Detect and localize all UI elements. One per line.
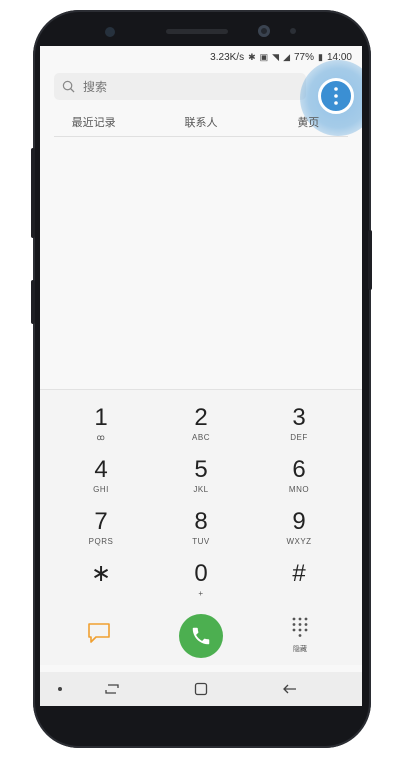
search-icon	[62, 80, 75, 93]
volume-button	[31, 148, 35, 238]
net-speed: 3.23K/s	[210, 51, 245, 63]
key-1[interactable]: 1 ꝏ	[56, 404, 146, 456]
key-letters: MNO	[288, 485, 310, 494]
signal-icon: ◢	[283, 51, 290, 62]
bixby-button	[31, 280, 35, 324]
tab-yellow-pages[interactable]: 黄页	[258, 114, 358, 130]
search-bar[interactable]	[54, 73, 306, 100]
key-letters: DEF	[290, 433, 308, 442]
key-digit: ∗	[90, 560, 112, 587]
key-digit: 6	[292, 456, 306, 483]
nfc-icon: ▣	[259, 51, 269, 62]
hide-keypad-button[interactable]: 隐藏	[280, 616, 320, 662]
power-button	[368, 230, 372, 290]
key-digit: 7	[94, 508, 108, 535]
key-digit: 3	[292, 404, 306, 431]
key-digit: 4	[94, 456, 108, 483]
battery-icon: ▮	[318, 51, 323, 62]
key-2[interactable]: 2 ABC	[156, 404, 246, 456]
bluetooth-icon: ✱	[248, 51, 256, 62]
status-bar: 3.23K/s ✱ ▣ ◥ ◢ 77% ▮ 14:00	[40, 46, 362, 68]
key-letters: PQRS	[88, 537, 114, 546]
more-options-inner	[318, 78, 354, 114]
key-8[interactable]: 8 TUV	[156, 508, 246, 560]
dot-icon	[58, 687, 62, 691]
back-icon	[283, 684, 296, 694]
tab-divider	[54, 136, 348, 137]
key-digit: 5	[194, 456, 208, 483]
iris-scanner	[105, 27, 115, 37]
key-digit: 2	[194, 404, 208, 431]
battery-percent: 77%	[294, 51, 315, 63]
phone-icon	[192, 627, 210, 645]
front-camera	[258, 25, 270, 37]
key-6[interactable]: 6 MNO	[254, 456, 344, 508]
tab-bar: 最近记录 联系人 黄页	[40, 110, 362, 134]
tab-recents[interactable]: 最近记录	[44, 114, 144, 130]
more-options-icon	[334, 87, 338, 105]
key-digit: 8	[194, 508, 208, 535]
home-button[interactable]	[189, 679, 213, 699]
dialpad-icon	[292, 617, 308, 637]
navigation-bar	[40, 672, 362, 706]
proximity-sensor	[290, 28, 296, 34]
key-letters: TUV	[192, 537, 210, 546]
key-3[interactable]: 3 DEF	[254, 404, 344, 456]
recent-apps-button[interactable]	[100, 679, 124, 699]
key-digit: 9	[292, 508, 306, 535]
call-button[interactable]	[179, 614, 223, 658]
search-input[interactable]	[81, 78, 285, 95]
message-icon	[88, 623, 110, 643]
wifi-icon: ◥	[272, 51, 280, 62]
key-7[interactable]: 7 PQRS	[56, 508, 146, 560]
key-4[interactable]: 4 GHI	[56, 456, 146, 508]
earpiece-speaker	[166, 29, 228, 34]
key-9[interactable]: 9 WXYZ	[254, 508, 344, 560]
tab-contacts[interactable]: 联系人	[151, 114, 251, 130]
screen: 3.23K/s ✱ ▣ ◥ ◢ 77% ▮ 14:00 最近记录 联系人 黄页	[40, 46, 362, 706]
key-letters: JKL	[193, 485, 209, 494]
key-digit: 1	[94, 404, 108, 431]
home-icon	[194, 682, 208, 696]
recent-apps-icon	[105, 684, 119, 694]
key-digit: 0	[194, 560, 208, 587]
key-letters: +	[198, 589, 204, 598]
key-digit: #	[292, 560, 306, 587]
recents-list	[40, 138, 362, 388]
message-button[interactable]	[86, 622, 112, 644]
action-row: 隐藏	[40, 602, 362, 662]
key-5[interactable]: 5 JKL	[156, 456, 246, 508]
hide-label: 隐藏	[293, 645, 307, 653]
key-letters: ABC	[192, 433, 210, 442]
key-letters: WXYZ	[286, 537, 312, 546]
key-letters: GHI	[93, 485, 109, 494]
back-button[interactable]	[278, 679, 302, 699]
nav-dot	[48, 679, 72, 699]
voicemail-icon: ꝏ	[96, 433, 106, 442]
